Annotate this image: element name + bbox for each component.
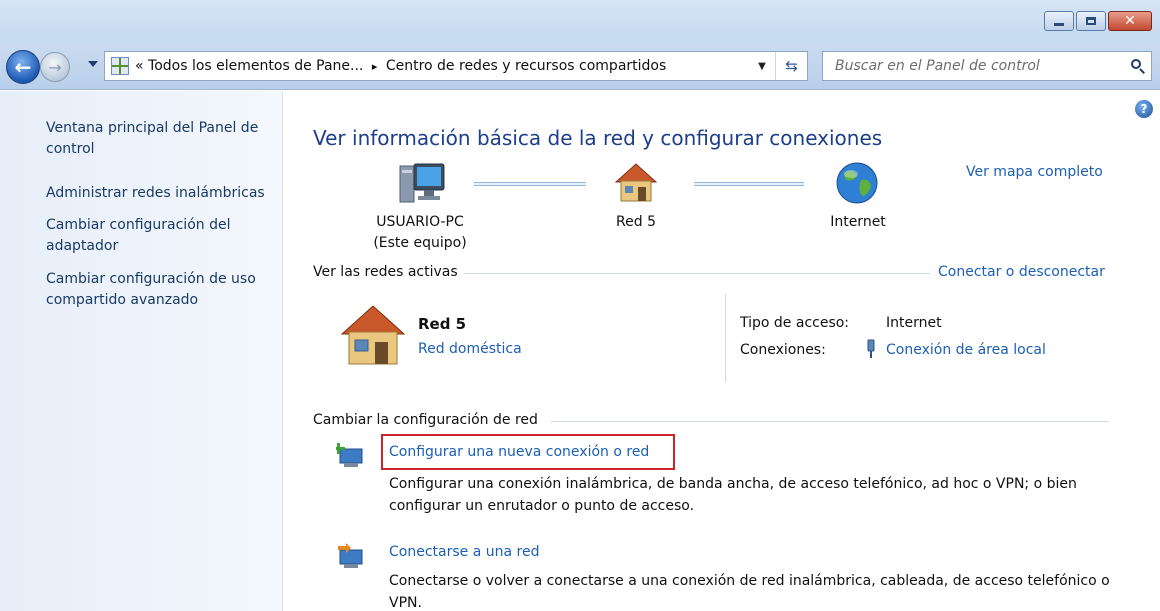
active-networks-heading: Ver las redes activas (313, 264, 458, 280)
sidebar-item-adapter-settings[interactable]: Cambiar configuración del adaptador (46, 215, 278, 257)
sidebar-item-manage-wireless[interactable]: Administrar redes inalámbricas (46, 183, 278, 204)
node-subtitle-pc: (Este equipo) (373, 235, 467, 251)
help-icon: ? (1140, 102, 1148, 116)
node-name-pc: USUARIO-PC (376, 214, 464, 230)
breadcrumb-overflow[interactable]: « (135, 58, 144, 74)
section-divider (464, 273, 930, 274)
search-icon (1131, 59, 1145, 74)
navigation-bar: ← → « Todos los elementos de Pane... ▸ C… (0, 42, 1160, 90)
view-full-map-link[interactable]: Ver mapa completo (966, 164, 1103, 180)
maximize-icon (1086, 17, 1096, 25)
access-type-value: Internet (886, 315, 942, 331)
sidebar-item-advanced-sharing[interactable]: Cambiar configuración de uso compartido … (46, 269, 278, 311)
refresh-icon: ⇆ (785, 57, 798, 75)
connection-line-router-internet (694, 182, 804, 186)
connect-to-network-description: Conectarse o volver a conectarse a una c… (389, 573, 1110, 611)
recent-pages-dropdown[interactable] (88, 61, 98, 67)
sidebar: Ventana principal del Panel de control A… (0, 91, 283, 611)
connect-to-network-link[interactable]: Conectarse a una red (389, 544, 539, 560)
breadcrumb-separator[interactable]: ▸ (372, 60, 378, 73)
breadcrumb[interactable]: « Todos los elementos de Pane... ▸ Centr… (135, 58, 749, 74)
search-input[interactable]: Buscar en el Panel de control (823, 58, 1125, 74)
forward-button[interactable]: → (40, 52, 70, 82)
window-controls: ✕ (1042, 11, 1152, 31)
setup-new-connection-description: Configurar una conexión inalámbrica, de … (389, 476, 1077, 514)
breadcrumb-item-control-panel[interactable]: Todos los elementos de Pane... (148, 58, 363, 74)
node-label-this-pc: USUARIO-PC (Este equipo) (360, 212, 480, 254)
address-bar[interactable]: « Todos los elementos de Pane... ▸ Centr… (104, 51, 808, 81)
access-type-label: Tipo de acceso: (740, 315, 850, 331)
close-button[interactable]: ✕ (1108, 11, 1152, 31)
globe-icon[interactable] (833, 160, 881, 206)
chevron-down-icon: ▼ (758, 60, 766, 72)
ethernet-plug-icon (867, 339, 875, 358)
network-type-link[interactable]: Red doméstica (418, 341, 522, 357)
close-icon: ✕ (1124, 13, 1136, 29)
connection-line-pc-router (474, 182, 586, 186)
control-panel-icon (111, 57, 129, 75)
connect-disconnect-link[interactable]: Conectar o desconectar (938, 264, 1105, 280)
minimize-icon (1054, 22, 1064, 26)
sidebar-item-control-panel-home[interactable]: Ventana principal del Panel de control (46, 118, 278, 160)
network-name: Red 5 (418, 315, 467, 333)
vertical-divider (725, 294, 726, 382)
highlight-annotation (381, 434, 675, 470)
help-button[interactable]: ? (1135, 100, 1153, 118)
page-title: Ver información básica de la red y confi… (313, 126, 883, 150)
home-network-icon[interactable] (338, 302, 408, 368)
maximize-button[interactable] (1076, 11, 1106, 31)
node-label-internet: Internet (830, 214, 886, 230)
connect-network-icon (338, 543, 363, 568)
minimize-button[interactable] (1044, 11, 1074, 31)
search-box[interactable]: Buscar en el Panel de control (822, 51, 1152, 81)
house-icon[interactable] (612, 160, 660, 204)
connections-label: Conexiones: (740, 342, 826, 358)
new-connection-icon (336, 443, 363, 467)
title-bar: ✕ (0, 0, 1160, 42)
back-arrow-icon: ← (14, 55, 32, 79)
breadcrumb-item-network-center[interactable]: Centro de redes y recursos compartidos (386, 58, 666, 74)
back-button[interactable]: ← (6, 50, 40, 84)
refresh-button[interactable]: ⇆ (775, 52, 807, 80)
change-settings-heading: Cambiar la configuración de red (313, 412, 538, 428)
forward-arrow-icon: → (48, 57, 62, 77)
section-divider (551, 421, 1109, 422)
search-button[interactable] (1125, 53, 1151, 79)
computer-icon[interactable] (398, 160, 446, 206)
address-dropdown[interactable]: ▼ (749, 61, 775, 72)
local-area-connection-link[interactable]: Conexión de área local (886, 342, 1046, 358)
node-label-network: Red 5 (616, 214, 656, 230)
